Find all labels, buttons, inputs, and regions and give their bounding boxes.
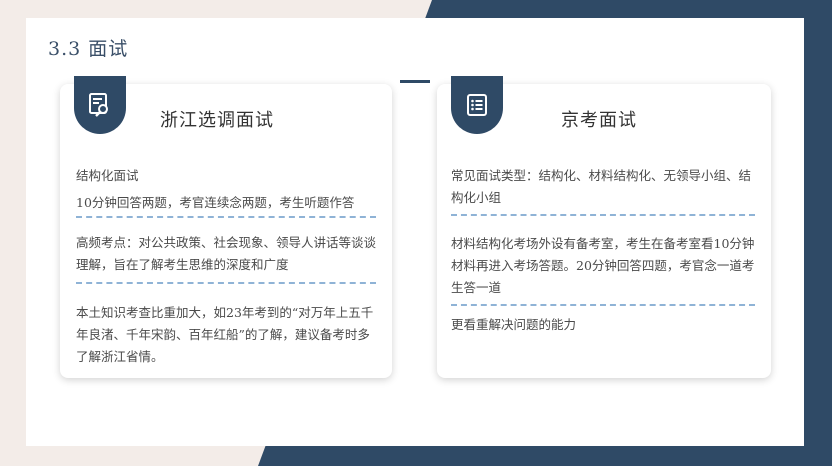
card-zhejiang-interview: 浙江选调面试 结构化面试 10分钟回答两题，考官连续念两题，考生听题作答 高频考…	[60, 76, 392, 378]
card-icon-tab	[74, 76, 126, 134]
page-title: 3.3 面试	[48, 38, 129, 60]
card-beijing-interview: 京考面试 常见面试类型：结构化、材料结构化、无领导小组、结构化小组 材料结构化考…	[437, 76, 771, 378]
list-document-icon	[467, 94, 487, 116]
card-text: 材料结构化考场外设有备考室，考生在备考室看10分钟材料再进入考场答题。20分钟回…	[451, 236, 755, 295]
card-text: 高频考点：对公共政策、社会现象、领导人讲话等谈谈理解，旨在了解考生思维的深度和广…	[76, 235, 377, 272]
card-text: 本土知识考查比重加大，如23年考到的“对万年上五千年良渚、千年宋韵、百年红船”的…	[76, 305, 374, 364]
card-title: 浙江选调面试	[160, 110, 274, 131]
decorative-dash	[400, 80, 430, 83]
divider	[451, 214, 755, 216]
card-text: 更看重解决问题的能力	[451, 317, 577, 332]
card-text: 常见面试类型：结构化、材料结构化、无领导小组、结构化小组	[451, 168, 752, 205]
divider	[76, 282, 376, 284]
divider	[76, 216, 376, 218]
card-text: 10分钟回答两题，考官连续念两题，考生听题作答	[76, 195, 355, 210]
divider	[451, 304, 755, 306]
slide: 3.3 面试 浙江选调面试 结构化面试 10分钟回答两题，考官连续念两题，考生听…	[26, 18, 804, 446]
card-title: 京考面试	[561, 110, 637, 131]
card-icon-tab	[451, 76, 503, 134]
card-text: 结构化面试	[76, 168, 139, 183]
document-magnify-icon	[89, 93, 108, 117]
